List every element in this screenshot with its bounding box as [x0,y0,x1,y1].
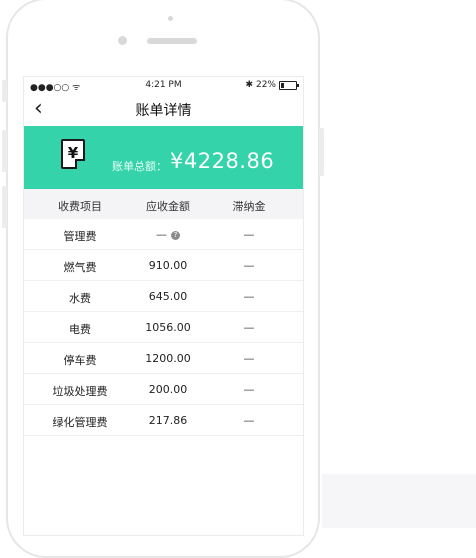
late-fee: — [243,383,255,396]
fee-item: 停车费 [63,354,97,367]
table-row[interactable]: 绿化管理费 217.86 — [24,405,303,436]
late-fee: — [243,228,255,241]
late-fee: — [243,290,255,303]
fee-table: 管理费 —? — 燃气费 910.00 — 水费 645.00 — 电费 105… [24,219,303,436]
mute-switch [2,80,7,102]
battery-percent: 22% [255,80,276,90]
power-button [319,128,324,176]
front-camera [118,36,127,45]
late-fee: — [243,259,255,272]
help-icon[interactable]: ? [171,230,180,240]
fee-item: 垃圾处理费 [52,385,108,398]
table-header: 收费项目 应收金额 滞纳金 [24,189,303,219]
bill-summary-banner: ¥ 账单总额： ¥4228.86 [24,126,303,189]
bluetooth-icon: ✱ [245,80,253,90]
fee-item: 水费 [69,292,91,305]
fee-amount: 217.86 [148,414,188,427]
fee-amount: 1200.00 [145,352,191,365]
total-label: 账单总额： [112,160,167,173]
header-late-fee: 滞纳金 [232,200,266,213]
fee-item: 电费 [69,323,91,336]
table-row[interactable]: 水费 645.00 — [24,281,303,312]
header-amount: 应收金额 [146,200,190,213]
volume-down-button [2,186,7,228]
fee-item: 燃气费 [63,261,97,274]
table-row[interactable]: 电费 1056.00 — [24,312,303,343]
total-amount: ¥4228.86 [170,149,275,173]
page-title: 账单详情 [135,103,192,119]
fee-item: 绿化管理费 [52,416,108,429]
late-fee: — [243,352,255,365]
sensor-dot [168,16,173,21]
app-screen: ●●●○○ ᯤ 4:21 PM ✱ 22% ‹ 账单详情 ¥ 账单总额： ¥42… [23,76,304,536]
fee-amount: 200.00 [148,383,188,396]
header-item: 收费项目 [58,200,102,213]
battery-icon [279,80,299,90]
status-bar: ●●●○○ ᯤ 4:21 PM ✱ 22% [24,77,303,95]
table-row[interactable]: 垃圾处理费 200.00 — [24,374,303,405]
table-row[interactable]: 燃气费 910.00 — [24,250,303,281]
floor-shadow [322,474,476,528]
fee-amount: 1056.00 [145,321,191,334]
late-fee: — [243,321,255,334]
fee-item: 管理费 [63,230,97,243]
receipt-yen-icon: ¥ [61,139,85,169]
fee-amount: 645.00 [148,290,188,303]
nav-bar: ‹ 账单详情 [24,95,303,125]
table-row[interactable]: 管理费 —? — [24,219,303,250]
earpiece-speaker [147,38,197,44]
table-row[interactable]: 停车费 1200.00 — [24,343,303,374]
volume-up-button [2,130,7,172]
battery-indicator: ✱ 22% [245,80,299,90]
fee-amount: —? [136,228,200,241]
fee-amount: 910.00 [148,259,188,272]
late-fee: — [243,414,255,427]
